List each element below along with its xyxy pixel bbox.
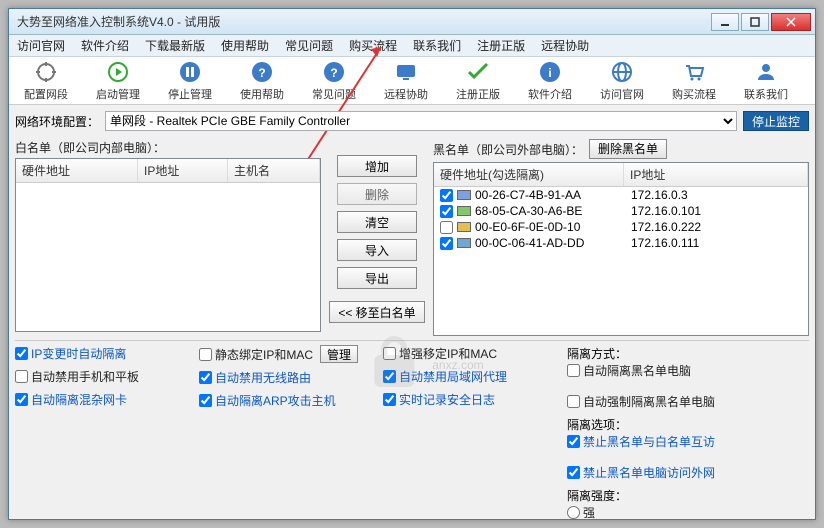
menu-4[interactable]: 常见问题 <box>277 35 341 56</box>
row-check[interactable] <box>440 189 453 202</box>
col-host[interactable]: 主机名 <box>228 159 320 182</box>
option-check[interactable]: 自动禁用无线路由 <box>199 369 369 386</box>
blacklist-label: 黑名单（即公司外部电脑）： <box>433 141 583 158</box>
move-to-whitelist-button[interactable]: << 移至白名单 <box>329 301 425 323</box>
about-icon: i <box>538 60 562 84</box>
option-check[interactable]: 自动隔离混杂网卡 <box>15 391 185 408</box>
register-icon <box>466 60 490 84</box>
menu-0[interactable]: 访问官网 <box>9 35 73 56</box>
menubar: 访问官网软件介绍下载最新版使用帮助常见问题购买流程联系我们注册正版远程协助 <box>9 35 815 57</box>
buy-icon <box>682 60 706 84</box>
minimize-icon <box>720 17 730 27</box>
iso-m2[interactable]: 自动强制隔离黑名单电脑 <box>567 393 809 410</box>
svg-text:?: ? <box>330 66 337 80</box>
config-net-icon <box>34 60 58 84</box>
tool-config-net[interactable]: 配置网段 <box>15 59 77 103</box>
tool-about[interactable]: i软件介绍 <box>519 59 581 103</box>
tool-help[interactable]: ?使用帮助 <box>231 59 293 103</box>
col-bl-hw[interactable]: 硬件地址(勾选隔离) <box>434 163 624 186</box>
import-button[interactable]: 导入 <box>337 239 417 261</box>
close-icon <box>786 17 796 27</box>
col-hw[interactable]: 硬件地址 <box>16 159 138 182</box>
contact-icon <box>754 60 778 84</box>
svg-text:?: ? <box>258 66 265 80</box>
tool-website[interactable]: 访问官网 <box>591 59 653 103</box>
option-check[interactable]: 自动禁用局域网代理 <box>383 368 553 385</box>
stop-monitor-button[interactable]: 停止监控 <box>743 111 809 131</box>
blacklist-box: 硬件地址(勾选隔离) IP地址 00-26-C7-4B-91-AA172.16.… <box>433 162 809 336</box>
tool-stop-mgmt[interactable]: 停止管理 <box>159 59 221 103</box>
tool-buy[interactable]: 购买流程 <box>663 59 725 103</box>
start-mgmt-icon <box>106 60 130 84</box>
faq-icon: ? <box>322 60 346 84</box>
blacklist-row[interactable]: 00-26-C7-4B-91-AA172.16.0.3 <box>434 187 808 203</box>
titlebar: 大势至网络准入控制系统V4.0 - 试用版 <box>9 9 815 35</box>
whitelist-label: 白名单（即公司内部电脑）： <box>15 139 321 156</box>
option-check[interactable]: 静态绑定IP和MAC 管理 <box>199 345 369 363</box>
manage-button[interactable]: 管理 <box>320 345 358 363</box>
device-icon <box>457 190 471 200</box>
menu-5[interactable]: 购买流程 <box>341 35 405 56</box>
delete-blacklist-button[interactable]: 删除黑名单 <box>589 139 667 159</box>
iso-m1[interactable]: 自动隔离黑名单电脑 <box>567 362 809 379</box>
mid-buttons: 增加 删除 清空 导入 导出 << 移至白名单 <box>327 135 427 336</box>
row-check[interactable] <box>440 221 453 234</box>
iso-o1[interactable]: 禁止黑名单与白名单互访 <box>567 433 809 450</box>
menu-2[interactable]: 下载最新版 <box>137 35 213 56</box>
row-check[interactable] <box>440 237 453 250</box>
tool-faq[interactable]: ?常见问题 <box>303 59 365 103</box>
clear-button[interactable]: 清空 <box>337 211 417 233</box>
delete-button[interactable]: 删除 <box>337 183 417 205</box>
blacklist-row[interactable]: 00-E0-6F-0E-0D-10172.16.0.222 <box>434 219 808 235</box>
close-button[interactable] <box>771 13 811 31</box>
col-bl-ip[interactable]: IP地址 <box>624 163 808 186</box>
window-title: 大势至网络准入控制系统V4.0 - 试用版 <box>13 13 709 30</box>
menu-1[interactable]: 软件介绍 <box>73 35 137 56</box>
blacklist-row[interactable]: 00-0C-06-41-AD-DD172.16.0.111 <box>434 235 808 251</box>
maximize-button[interactable] <box>741 13 769 31</box>
device-icon <box>457 206 471 216</box>
add-button[interactable]: 增加 <box>337 155 417 177</box>
whitelist-box: 硬件地址 IP地址 主机名 <box>15 158 321 332</box>
help-icon: ? <box>250 60 274 84</box>
maximize-icon <box>750 17 760 27</box>
option-check[interactable]: 增强移定IP和MAC <box>383 345 553 362</box>
tool-remote[interactable]: 远程协助 <box>375 59 437 103</box>
tool-register[interactable]: 注册正版 <box>447 59 509 103</box>
menu-8[interactable]: 远程协助 <box>533 35 597 56</box>
stop-mgmt-icon <box>178 60 202 84</box>
website-icon <box>610 60 634 84</box>
toolbar: 配置网段启动管理停止管理?使用帮助?常见问题远程协助注册正版i软件介绍访问官网购… <box>9 57 815 105</box>
netcfg-label: 网络环境配置： <box>15 113 99 130</box>
device-icon <box>457 238 471 248</box>
app-window: 大势至网络准入控制系统V4.0 - 试用版 访问官网软件介绍下载最新版使用帮助常… <box>8 8 816 520</box>
iso-o2[interactable]: 禁止黑名单电脑访问外网 <box>567 464 809 481</box>
option-check[interactable]: 自动禁用手机和平板 <box>15 368 185 385</box>
row-check[interactable] <box>440 205 453 218</box>
option-check[interactable]: IP变更时自动隔离 <box>15 345 185 362</box>
tool-start-mgmt[interactable]: 启动管理 <box>87 59 149 103</box>
menu-7[interactable]: 注册正版 <box>469 35 533 56</box>
menu-6[interactable]: 联系我们 <box>405 35 469 56</box>
netcfg-select[interactable]: 单网段 - Realtek PCIe GBE Family Controller <box>105 111 737 131</box>
svg-text:i: i <box>548 66 551 80</box>
content: 网络环境配置： 单网段 - Realtek PCIe GBE Family Co… <box>9 105 815 519</box>
iso-s1[interactable]: 强 <box>567 504 809 519</box>
export-button[interactable]: 导出 <box>337 267 417 289</box>
option-check[interactable]: 实时记录安全日志 <box>383 391 553 408</box>
minimize-button[interactable] <box>711 13 739 31</box>
col-ip[interactable]: IP地址 <box>138 159 228 182</box>
menu-3[interactable]: 使用帮助 <box>213 35 277 56</box>
device-icon <box>457 222 471 232</box>
tool-contact[interactable]: 联系我们 <box>735 59 797 103</box>
blacklist-row[interactable]: 68-05-CA-30-A6-BE172.16.0.101 <box>434 203 808 219</box>
option-check[interactable]: 自动隔离ARP攻击主机 <box>199 392 369 409</box>
remote-icon <box>394 60 418 84</box>
